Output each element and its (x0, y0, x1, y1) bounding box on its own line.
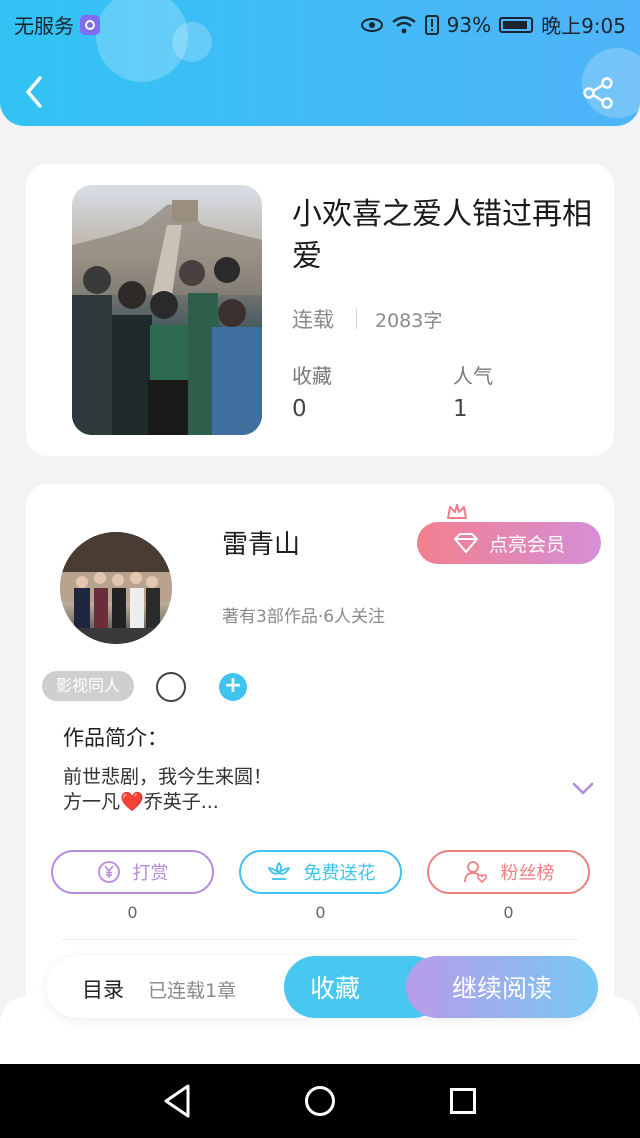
share-icon[interactable] (580, 76, 616, 110)
fans-count: 0 (503, 903, 514, 922)
bottom-action-bar: 目录 已连载1章 收藏 继续阅读 (46, 956, 598, 1018)
fan-ranking-button[interactable]: 粉丝榜 (427, 850, 590, 894)
flower-count: 0 (315, 903, 326, 922)
diamond-icon (453, 533, 478, 553)
favorite-label: 收藏 (310, 974, 361, 1003)
book-meta: 连载 2083字 (292, 304, 442, 334)
intro-line-2-end: 乔英子... (143, 791, 219, 813)
avatar-photo (60, 532, 172, 644)
battery-percent: 93% (446, 12, 492, 37)
book-info-card: 小欢喜之爱人错过再相爱 连载 2083字 收藏 0 人气 1 (26, 164, 614, 456)
wifi-icon (391, 15, 416, 33)
tip-label: 打赏 (132, 863, 169, 884)
clock: 晚上9:05 (541, 14, 626, 38)
vip-label: 点亮会员 (488, 533, 565, 556)
tip-count: 0 (127, 903, 138, 922)
header: 无服务 93% 晚上9:05 (0, 0, 640, 126)
intro-text: 前世悲剧，我今生来圆！ 方一凡❤️乔英子... (63, 765, 543, 815)
author-name: 雷青山 (222, 530, 301, 560)
nav-recents-icon[interactable] (450, 1088, 476, 1114)
eye-comfort-icon (360, 17, 383, 32)
intro-line-2-start: 方一凡 (63, 791, 121, 813)
genre-tag[interactable]: 影视同人 (42, 671, 135, 701)
fans-label: 粉丝榜 (500, 863, 555, 884)
user-heart-icon (463, 861, 487, 884)
nav-home-icon[interactable] (305, 1086, 335, 1116)
divider (62, 939, 578, 940)
system-nav-bar (0, 1064, 640, 1138)
back-arrow-icon[interactable] (20, 74, 50, 110)
flower-label: 免费送花 (303, 863, 376, 884)
status-right: 93% 晚上9:05 (360, 10, 626, 39)
battery-icon (499, 16, 534, 33)
empty-tag-circle[interactable] (156, 672, 186, 702)
popularity-label: 人气 (453, 364, 493, 388)
intro-title: 作品简介： (63, 726, 168, 750)
author-stats: 著有3部作品·6人关注 (222, 607, 386, 627)
chevron-down-icon[interactable] (572, 782, 594, 796)
activate-vip-button[interactable]: 点亮会员 (417, 522, 601, 564)
add-tag-button[interactable]: + (219, 673, 247, 701)
carrier: 无服务 (14, 10, 100, 39)
tip-button[interactable]: 打赏 (51, 850, 214, 894)
app-badge-icon (80, 14, 100, 35)
favorites-value: 0 (292, 396, 307, 422)
continue-reading-button[interactable]: 继续阅读 (406, 956, 598, 1018)
sim-alert-icon (424, 14, 439, 35)
book-title: 小欢喜之爱人错过再相爱 (292, 197, 592, 274)
crown-icon (447, 504, 467, 519)
yen-coin-icon (97, 861, 120, 883)
cover-photo (72, 200, 262, 435)
chapter-status[interactable]: 已连载1章 (148, 976, 236, 1003)
intro-line-2: 方一凡❤️乔英子... (63, 790, 543, 815)
toc-button[interactable]: 目录 (82, 974, 124, 1004)
continue-label: 继续阅读 (451, 974, 552, 1003)
book-cover-image[interactable] (72, 185, 262, 435)
nav-back-icon[interactable] (162, 1083, 194, 1119)
popularity-value: 1 (453, 396, 468, 422)
status-bar: 无服务 93% 晚上9:05 (0, 0, 640, 44)
carrier-label: 无服务 (14, 14, 74, 38)
send-flower-button[interactable]: 免费送花 (239, 850, 402, 894)
author-avatar[interactable] (60, 532, 172, 644)
favorites-label: 收藏 (292, 364, 332, 388)
meta-divider (356, 309, 357, 329)
serial-status: 连载 (292, 308, 334, 332)
word-count: 2083字 (375, 309, 443, 332)
intro-line-1: 前世悲剧，我今生来圆！ (63, 766, 273, 788)
heart-icon: ❤️ (120, 791, 144, 813)
flower-icon (267, 862, 290, 880)
